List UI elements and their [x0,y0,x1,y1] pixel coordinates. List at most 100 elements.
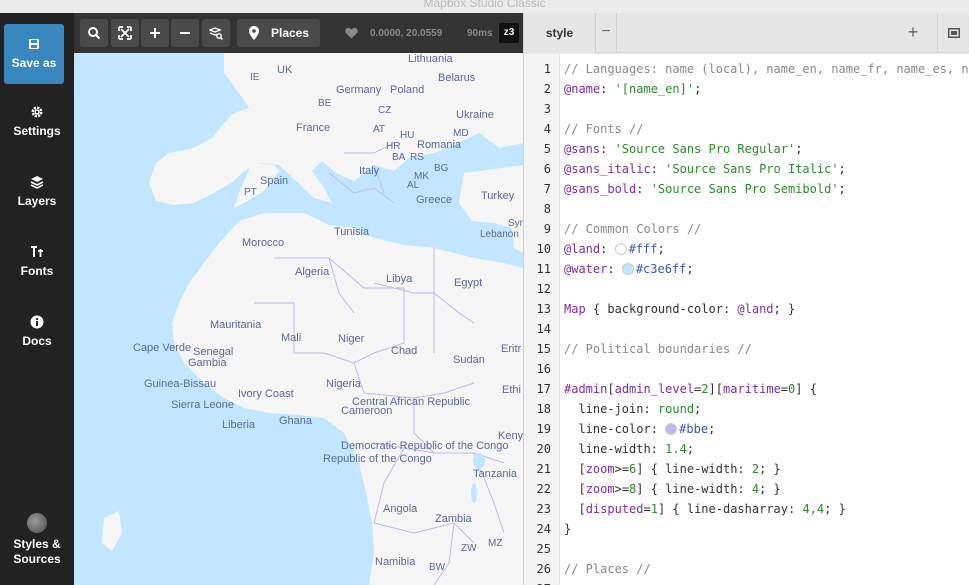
map-label: BE [318,98,332,109]
toggle-panel-button[interactable] [937,13,969,53]
map-label: Lithuania [408,53,453,65]
save-icon [29,39,39,49]
search-button[interactable] [80,19,108,47]
code-line[interactable]: 8 [524,199,969,219]
code-line[interactable]: 25 [524,539,969,559]
zoom-out-button[interactable] [171,19,199,47]
line-number: 15 [536,342,551,356]
line-number: 9 [543,222,551,236]
line-number: 18 [536,402,551,416]
code-line[interactable]: 26 // Places // [524,559,969,579]
code-line[interactable]: 9 // Common Colors // [524,219,969,239]
sidebar-item-layers[interactable]: Layers [0,175,74,235]
color-swatch[interactable] [614,243,627,255]
sidebar-item-docs[interactable]: Docs [0,315,74,375]
map-label: Poland [390,84,425,96]
sidebar-item-settings[interactable]: Settings [0,105,74,165]
places-button[interactable]: Places [237,19,320,47]
sidebar-item-styles-sources[interactable]: Styles & Sources [0,513,74,573]
code-line[interactable]: 16 [524,359,969,379]
map-label: Ukraine [456,109,494,121]
code-line[interactable]: 6 @sans_italic: 'Source Sans Pro Italic'; [524,159,969,179]
save-as-label: Save as [11,56,57,70]
color-swatch[interactable] [665,423,678,435]
map-label: Angola [383,503,418,515]
window-title: Mapbox Studio Classic [423,0,546,10]
code-line[interactable]: 12 [524,279,969,299]
inspect-button[interactable] [202,19,230,47]
map-label: Algeria [295,266,330,278]
code-line[interactable]: 13 Map { background-color: @land; } [524,299,969,319]
styles-sources-label-1: Styles & [13,537,61,551]
code-line[interactable]: 4 // Fonts // [524,119,969,139]
tab-style[interactable]: style [524,13,596,53]
map-view[interactable]: Lithuania IE UK Belarus Germany Poland B… [74,53,523,585]
add-tab-button[interactable]: + [902,13,924,53]
remove-tab-button[interactable]: − [596,13,617,53]
code-line[interactable]: 14 [524,319,969,339]
map-label: Republic of the Congo [323,453,432,465]
map-label: HR [386,141,401,152]
code-text: @name: '[name_en]'; [564,82,702,96]
heart-icon[interactable] [345,27,358,39]
line-number: 27 [524,579,551,585]
code-line[interactable]: 23 [disputed=1] { line-dasharray: 4,4; } [524,499,969,519]
line-number: 20 [536,442,551,456]
map-label: Eritr [501,343,522,355]
map-label: Mali [281,332,302,344]
save-as-button[interactable]: Save as [4,24,64,84]
line-number: 22 [536,482,551,496]
zoom-in-button[interactable] [141,19,169,47]
code-line[interactable]: 17 #admin[admin_level=2][maritime=0] { [524,379,969,399]
code-line[interactable]: 5 @sans: 'Source Sans Pro Regular'; [524,139,969,159]
code-line[interactable]: 15 // Political boundaries // [524,339,969,359]
code-line[interactable]: 24} [524,519,969,539]
code-line[interactable]: 2 @name: '[name_en]'; [524,79,969,99]
code-text: // Fonts // [564,122,644,136]
code-line[interactable]: 22 [zoom>=8] { line-width: 4; } [524,479,969,499]
plus-icon [150,28,160,38]
fullscreen-button[interactable] [111,19,139,47]
code-text: line-width: 1.4; [564,442,695,456]
sidebar-item-fonts[interactable]: Fonts [0,245,74,305]
map-label: Ivory Coast [238,388,294,400]
code-line[interactable]: 3 [524,99,969,119]
map-label: Romania [417,139,462,151]
map-label: Spain [260,175,289,187]
line-number: 7 [543,182,551,196]
code-text: line-join: round; [564,402,702,416]
code-line[interactable]: 21 [zoom>=6] { line-width: 2; } [524,459,969,479]
layers-icon [30,176,44,189]
code-line[interactable]: 20 line-width: 1.4; [524,439,969,459]
code-text: // Languages: name (local), name_en, nam… [564,62,969,76]
map-label: Syr [508,218,523,229]
line-number: 3 [543,102,551,116]
code-line[interactable]: 11 @water: #c3e6ff; [524,259,969,279]
code-line[interactable]: 19 line-color: #bbe; [524,419,969,439]
color-swatch[interactable] [621,263,634,275]
globe-icon [27,513,47,533]
fonts-icon [31,246,43,257]
code-text: #admin[admin_level=2][maritime=0] { [564,382,817,396]
map-label: Chad [391,345,418,357]
code-line[interactable]: 27 [524,579,969,585]
code-line[interactable]: 1 // Languages: name (local), name_en, na… [524,59,969,79]
line-number: 6 [543,162,551,176]
map-label: Liberia [222,419,256,431]
map-label: Mauritania [210,319,262,331]
line-number: 17 [536,382,551,396]
map-label: Germany [336,84,382,96]
code-text: @sans_italic: 'Source Sans Pro Italic'; [564,162,846,176]
code-line[interactable]: 10 @land: #fff; [524,239,969,259]
code-line[interactable]: 18 line-join: round; [524,399,969,419]
code-text: } [564,522,572,536]
code-editor[interactable]: 1 // Languages: name (local), name_en, na… [524,54,969,585]
map-label: Belarus [438,72,476,84]
line-number: 21 [536,462,551,476]
code-line[interactable]: 7 @sans_bold: 'Source Sans Pro Semibold'; [524,179,969,199]
map-label: Ghana [279,415,313,427]
line-number: 23 [536,502,551,516]
sidebar: Save as Settings Layers Fonts Docs Style… [0,13,74,585]
map-label: Namibia [375,556,416,568]
map-label: Gambia [188,357,227,369]
